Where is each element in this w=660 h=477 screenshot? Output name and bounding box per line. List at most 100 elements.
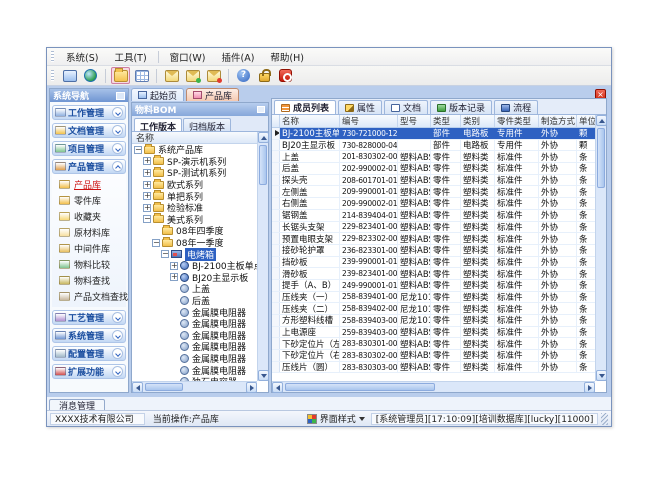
column-header-6[interactable]: 零件类型 <box>495 115 539 127</box>
table-row[interactable]: 方形塑料线槽258-839403-00E尼龙1010零件塑料类标准件外协条 <box>272 315 595 327</box>
column-header-4[interactable]: 类型 <box>431 115 461 127</box>
table-row[interactable]: 后盖202-990002-01E塑料ABS零件塑料类标准件外协条 <box>272 163 595 175</box>
scroll-thumb[interactable] <box>285 383 435 391</box>
table-row[interactable]: 上盖201-830302-00E塑料ABS零件塑料类标准件外协条 <box>272 151 595 163</box>
menu-item-2[interactable]: 工具(T) <box>106 48 154 66</box>
expand-icon[interactable]: + <box>170 262 178 270</box>
chevron-down-icon[interactable] <box>112 107 123 118</box>
tree-node[interactable]: 08年四季度 <box>132 225 257 237</box>
sidebar-item-8[interactable]: 产品文档查找 <box>52 288 126 304</box>
sidebar-panel-7[interactable]: 配置管理 <box>52 346 126 361</box>
chevron-down-icon[interactable] <box>112 125 123 136</box>
collapse-icon[interactable]: − <box>152 239 160 247</box>
pushpin-icon[interactable] <box>257 106 265 113</box>
table-row[interactable]: 下砂定位片（左）283-830301-00E塑料ABS零件塑料类标准件外协条 <box>272 338 595 350</box>
scroll-up-button[interactable] <box>258 132 269 143</box>
tree-node[interactable]: +BJ-2100主板单点 <box>132 260 257 272</box>
version-tab-2[interactable]: 归档版本 <box>183 118 231 131</box>
table-row[interactable]: 右侧盖209-990002-01E塑料ABS零件塑料类标准件外协条 <box>272 198 595 210</box>
tree-node[interactable]: 金属膜电阻器 <box>132 353 257 365</box>
expand-icon[interactable]: + <box>143 157 151 165</box>
sidebar-item-3[interactable]: 收藏夹 <box>52 208 126 224</box>
sidebar-item-4[interactable]: 原材料库 <box>52 224 126 240</box>
collapse-navigator-icon[interactable] <box>116 92 125 100</box>
ui-style-button[interactable]: 界面样式 <box>304 413 368 425</box>
menu-item-3[interactable]: 窗口(W) <box>162 48 214 66</box>
grid-button[interactable] <box>132 67 151 84</box>
tree-node[interactable]: +欧式系列 <box>132 179 257 191</box>
table-row[interactable]: 滑砂板239-823401-00E塑料ABS零件塑料类标准件外协条 <box>272 268 595 280</box>
table-row[interactable]: 提手（A、B）249-990001-01E塑料ABS零件塑料类标准件外协条 <box>272 280 595 292</box>
menu-item-1[interactable]: 系统(S) <box>58 48 106 66</box>
sidebar-panel-5[interactable]: 工艺管理 <box>52 310 126 325</box>
sidebar-panel-1[interactable]: 工作管理 <box>52 105 126 120</box>
tree-node[interactable]: 后盖 <box>132 295 257 307</box>
drag-grip[interactable] <box>51 51 54 62</box>
tree-node[interactable]: −08年一季度 <box>132 237 257 249</box>
tree-horizontal-scrollbar[interactable] <box>132 381 257 392</box>
tree-node[interactable]: +BJ20主显示板 <box>132 272 257 284</box>
column-header-2[interactable]: 编号 <box>340 115 398 127</box>
sidebar-item-6[interactable]: 物料比较 <box>52 256 126 272</box>
table-row[interactable]: 上电源座259-839403-00E塑料ABS零件塑料类标准件外协条 <box>272 327 595 339</box>
scroll-left-button[interactable] <box>272 382 283 393</box>
table-row[interactable]: 锯钢盖214-839404-01E塑料ABS零件塑料类标准件外协条 <box>272 210 595 222</box>
help-button[interactable]: ? <box>234 67 253 84</box>
sidebar-item-1[interactable]: 产品库 <box>52 176 126 192</box>
tree-node[interactable]: 金属膜电阻器 <box>132 330 257 342</box>
table-row[interactable]: BJ-2100主板单点730-721000-12E部件电路板专用件外协颗 <box>272 128 595 140</box>
lock-button[interactable] <box>255 67 274 84</box>
table-row[interactable]: 左侧盖209-990001-01E塑料ABS零件塑料类标准件外协条 <box>272 186 595 198</box>
scroll-down-button[interactable] <box>596 370 607 381</box>
tree-column-header[interactable]: 名称 <box>132 132 257 144</box>
table-row[interactable]: 接砂轮护罩236-823301-00E塑料ABS零件塑料类标准件外协条 <box>272 245 595 257</box>
column-header-8[interactable]: 单位 <box>577 115 595 127</box>
exit-button[interactable] <box>276 67 295 84</box>
scroll-thumb[interactable] <box>597 128 605 188</box>
expand-icon[interactable]: + <box>143 192 151 200</box>
detail-tab-3[interactable]: 文档 <box>384 100 428 114</box>
resize-grip[interactable] <box>601 413 608 425</box>
scroll-thumb[interactable] <box>259 145 267 185</box>
scroll-right-button[interactable] <box>584 382 595 393</box>
sidebar-panel-6[interactable]: 系统管理 <box>52 328 126 343</box>
chevron-up-icon[interactable] <box>112 161 123 172</box>
sidebar-item-5[interactable]: 中间件库 <box>52 240 126 256</box>
expand-icon[interactable]: + <box>143 204 151 212</box>
tree-node[interactable]: 金属膜电阻器 <box>132 341 257 353</box>
tree-vertical-scrollbar[interactable] <box>257 132 268 381</box>
column-header-5[interactable]: 类别 <box>461 115 495 127</box>
tree-node[interactable]: +单把系列 <box>132 190 257 202</box>
tree-node[interactable]: −电烤箱 <box>132 248 257 260</box>
table-row[interactable]: 压线夹（一）258-839401-00E尼龙1010零件塑料类标准件外协条 <box>272 292 595 304</box>
tree-node[interactable]: 金属膜电阻器 <box>132 306 257 318</box>
detail-tab-4[interactable]: 版本记录 <box>430 100 492 114</box>
detail-tab-5[interactable]: 流程 <box>494 100 538 114</box>
menu-item-5[interactable]: 帮助(H) <box>262 48 312 66</box>
sidebar-panel-3[interactable]: 项目管理 <box>52 141 126 156</box>
mail-send-button[interactable] <box>183 67 202 84</box>
mail-delete-button[interactable] <box>204 67 223 84</box>
tree-node[interactable]: 金属膜电阻器 <box>132 364 257 376</box>
expand-icon[interactable]: + <box>143 181 151 189</box>
table-row[interactable]: 挡砂板239-990001-01E塑料ABS零件塑料类标准件外协条 <box>272 257 595 269</box>
scroll-down-button[interactable] <box>258 370 269 381</box>
sidebar-item-2[interactable]: 零件库 <box>52 192 126 208</box>
table-row[interactable]: 探头壳208-601701-01E塑料ABS零件塑料类标准件外协条 <box>272 175 595 187</box>
table-horizontal-scrollbar[interactable] <box>272 381 595 392</box>
expand-icon[interactable]: + <box>143 169 151 177</box>
folder-button[interactable] <box>111 67 130 84</box>
menu-item-4[interactable]: 插件(A) <box>213 48 262 66</box>
table-row[interactable]: 下砂定位片（右）283-830302-00E塑料ABS零件塑料类标准件外协条 <box>272 350 595 362</box>
tree-node[interactable]: +SP-测试机系列 <box>132 167 257 179</box>
globe-button[interactable] <box>81 67 100 84</box>
chevron-down-icon[interactable] <box>112 330 123 341</box>
detail-tab-2[interactable]: 属性 <box>338 100 382 114</box>
sidebar-panel-8[interactable]: 扩展功能 <box>52 364 126 379</box>
table-row[interactable]: 压线夹（二）258-839402-00E尼龙1010零件塑料类标准件外协条 <box>272 303 595 315</box>
chevron-down-icon[interactable] <box>112 348 123 359</box>
sidebar-panel-2[interactable]: 文档管理 <box>52 123 126 138</box>
detail-tab-1[interactable]: 成员列表 <box>274 100 336 114</box>
sidebar-item-7[interactable]: 物料查找 <box>52 272 126 288</box>
table-row[interactable]: 压线片（圆）283-830303-00E塑料ABS零件塑料类标准件外协条 <box>272 362 595 374</box>
